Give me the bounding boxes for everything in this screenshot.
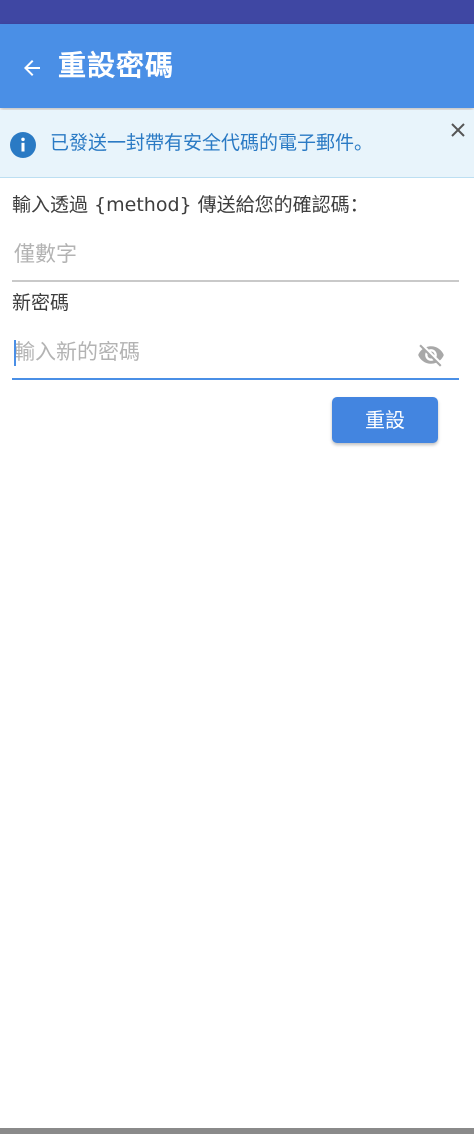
info-icon: [10, 132, 36, 158]
back-button[interactable]: [14, 50, 50, 86]
bottom-edge: [0, 1128, 474, 1134]
info-banner: 已發送一封帶有安全代碼的電子郵件。: [0, 110, 474, 178]
code-field-container: [12, 230, 459, 282]
code-label: 輸入透過 {method} 傳送給您的確認碼：: [12, 194, 369, 216]
banner-message: 已發送一封帶有安全代碼的電子郵件。: [50, 132, 374, 154]
code-input[interactable]: [12, 230, 402, 278]
status-bar: [0, 0, 474, 24]
app-bar: 重設密碼: [0, 24, 474, 108]
text-caret: [14, 340, 16, 366]
close-icon: [451, 123, 465, 137]
page-title: 重設密碼: [58, 49, 175, 82]
reset-button[interactable]: 重設: [332, 397, 438, 443]
arrow-left-icon: [24, 60, 40, 76]
new-password-label: 新密碼: [12, 292, 70, 314]
banner-close-button[interactable]: [444, 116, 472, 144]
new-password-input[interactable]: [12, 328, 402, 376]
toggle-visibility-button[interactable]: [416, 340, 446, 370]
password-field-container: [12, 328, 459, 380]
eye-off-icon: [418, 344, 444, 367]
